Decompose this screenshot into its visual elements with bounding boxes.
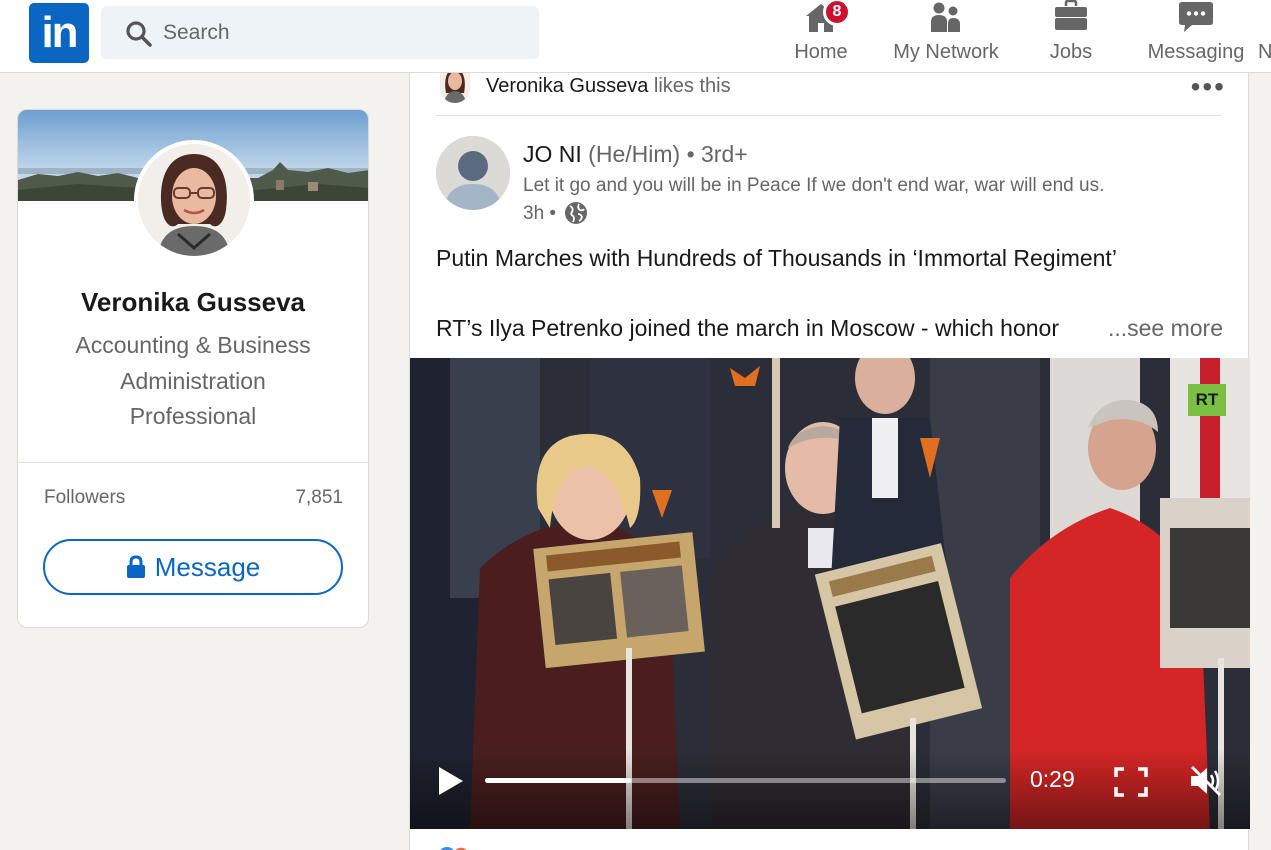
post-body: RT’s Ilya Petrenko joined the march in M… [436, 315, 1059, 341]
portrait-placard [533, 532, 705, 669]
followers-count: 7,851 [295, 487, 343, 508]
nav-my-network[interactable]: My Network [884, 0, 1008, 73]
divider [18, 462, 368, 463]
more-options-icon[interactable]: ••• [1191, 73, 1226, 101]
feed-post: Veronika Gusseva likes this ••• JO NI (H… [409, 73, 1250, 850]
fullscreen-icon[interactable] [1114, 767, 1148, 797]
video-player[interactable]: RT 0:29 [410, 358, 1250, 829]
profile-avatar[interactable] [134, 140, 254, 260]
messaging-icon [1179, 2, 1213, 32]
nav-home-label: Home [794, 41, 848, 63]
post-time-text: 3h • [523, 203, 557, 224]
message-button[interactable]: Message [43, 539, 343, 595]
nav-jobs-label: Jobs [1049, 41, 1093, 63]
message-button-label: Message [154, 552, 261, 582]
author-tagline: Let it go and you will be in Peace If we… [523, 175, 1105, 196]
globe-icon [565, 202, 588, 224]
author-name[interactable]: JO NI [523, 141, 582, 167]
connection-degree: • 3rd+ [686, 141, 748, 167]
briefcase-icon [1055, 0, 1087, 30]
see-more-link[interactable]: ...see more [1099, 315, 1223, 342]
post-timestamp: 3h • [523, 201, 588, 225]
profile-headline: Accounting & Business Administration Pro… [75, 332, 311, 429]
search-icon [126, 21, 152, 47]
video-progress-fill [485, 778, 631, 783]
post-title: Putin Marches with Hundreds of Thousands… [436, 245, 1117, 271]
search-input[interactable] [163, 16, 523, 49]
video-time: 0:29 [1030, 766, 1075, 792]
author-pronouns: (He/Him) [588, 141, 681, 167]
reaction-icons[interactable] [437, 844, 477, 850]
actor-avatar[interactable] [440, 73, 470, 103]
search-bar[interactable] [101, 6, 539, 59]
nav-notifications[interactable]: N [1258, 0, 1271, 73]
profile-name[interactable]: Veronika Gusseva [18, 287, 368, 318]
lock-icon [126, 555, 145, 578]
author-name-line[interactable]: JO NI (He/Him) • 3rd+ [523, 141, 748, 168]
profile-photo [138, 144, 250, 256]
nav-messaging-label: Messaging [1147, 41, 1245, 63]
muted-speaker-icon[interactable] [1188, 763, 1224, 799]
nav-notifications-label: N [1258, 41, 1271, 63]
nav-home[interactable]: 8 Home [782, 0, 860, 73]
video-controls: 0:29 [410, 749, 1250, 829]
divider [436, 115, 1222, 116]
rt-watermark: RT [1188, 384, 1226, 416]
linkedin-logo-icon[interactable]: in [29, 3, 89, 63]
nav-my-network-label: My Network [893, 41, 999, 63]
actor-photo [440, 73, 470, 103]
social-action-text: likes this [653, 75, 731, 97]
default-avatar-icon [436, 136, 510, 210]
social-actor-name[interactable]: Veronika Gusseva [486, 75, 648, 97]
network-icon [931, 2, 960, 32]
notification-badge: 8 [823, 0, 851, 26]
video-progress-bar[interactable] [485, 778, 1006, 783]
nav-jobs[interactable]: Jobs [1038, 0, 1104, 73]
play-icon[interactable] [436, 765, 466, 797]
author-avatar[interactable] [436, 136, 510, 210]
top-navigation-bar: in 8 Home My Network Jobs [0, 0, 1271, 73]
followers-label: Followers [44, 487, 126, 508]
profile-card: Veronika Gusseva Accounting & Business A… [17, 109, 369, 628]
nav-messaging[interactable]: Messaging [1140, 0, 1252, 73]
